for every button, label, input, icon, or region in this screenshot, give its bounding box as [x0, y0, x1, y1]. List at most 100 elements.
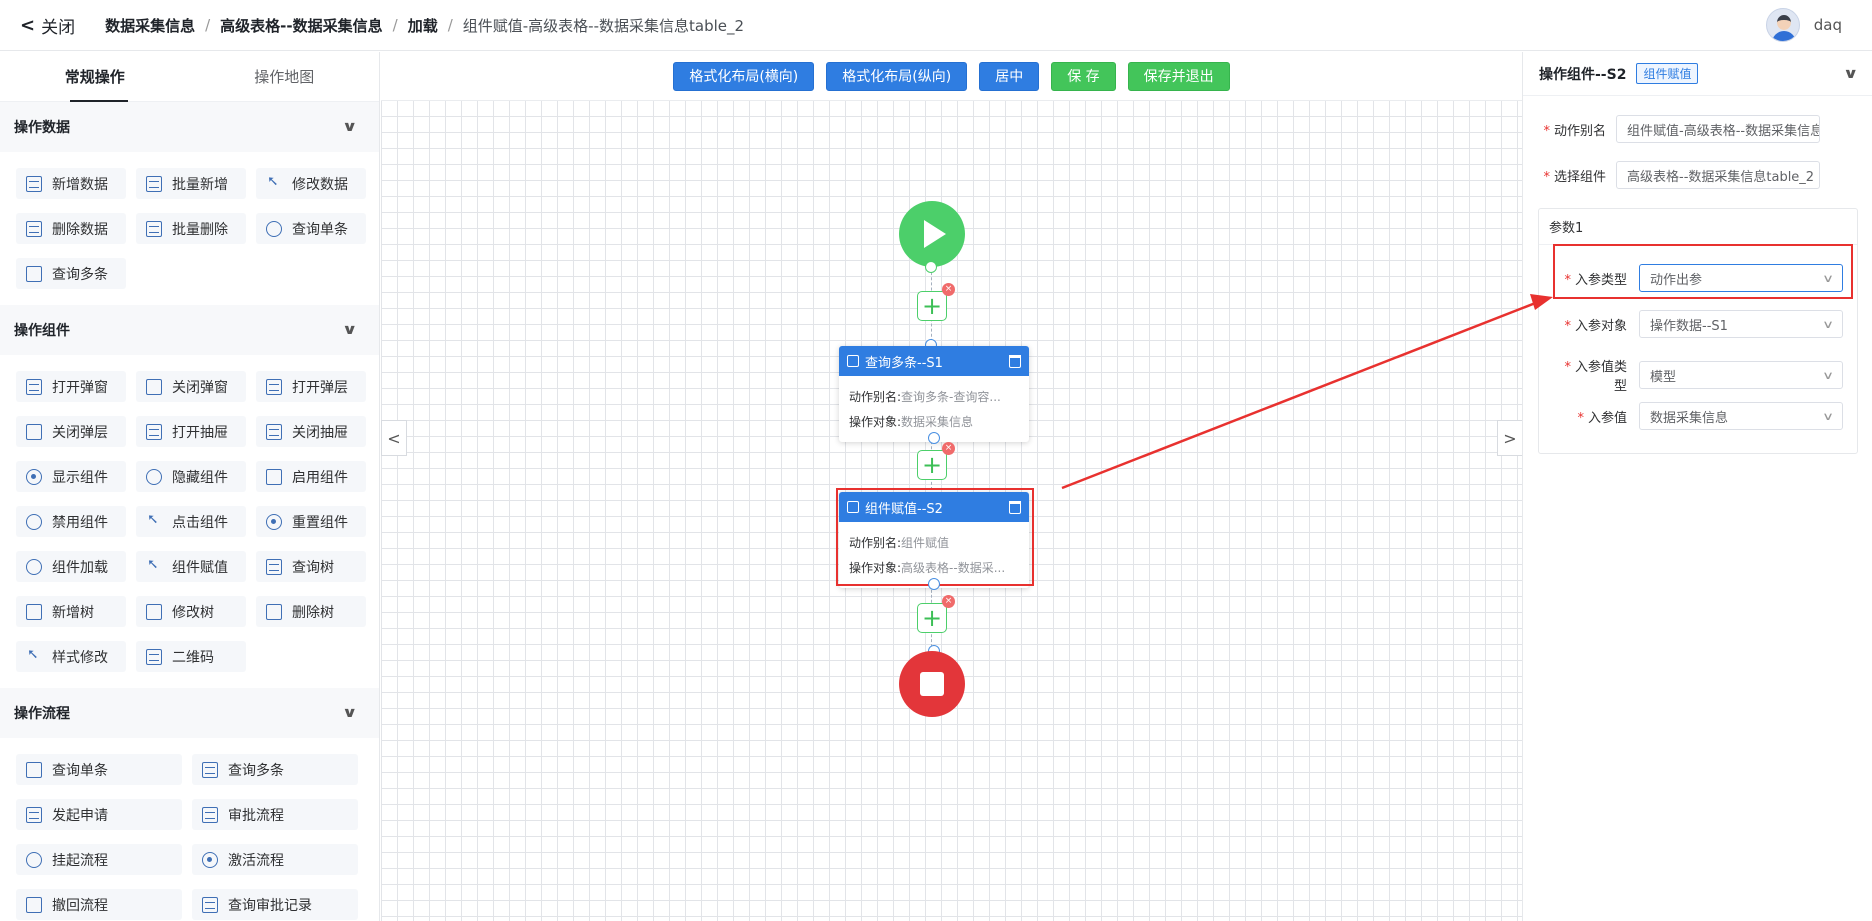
action-item[interactable]: 修改树 — [136, 596, 246, 627]
action-item[interactable]: 点击组件 — [136, 506, 246, 537]
connector-port[interactable] — [928, 432, 940, 444]
section-header-components[interactable]: 操作组件 ∨ — [0, 305, 379, 355]
section-header-flow[interactable]: 操作流程 ∨ — [0, 688, 379, 738]
form-row-alias: *动作别名 组件赋值-高级表格--数据采集信息tab — [1540, 115, 1820, 143]
action-item[interactable]: 查询树 — [256, 551, 366, 582]
trash-icon[interactable] — [1009, 354, 1021, 368]
action-item[interactable]: 隐藏组件 — [136, 461, 246, 492]
format-vertical-button[interactable]: 格式化布局(纵向) — [826, 61, 968, 91]
param-title: 参数1 — [1539, 209, 1857, 245]
chevron-left-icon: < — [20, 14, 36, 36]
close-icon: × — [944, 443, 953, 453]
select-value: 模型 — [1650, 369, 1677, 385]
form-row-param-value: * 入参值 数据采集信息 ∨ — [1553, 402, 1843, 430]
action-item[interactable]: 发起申请 — [16, 799, 182, 830]
param-object-select[interactable]: 操作数据--S1 ∨ — [1639, 310, 1843, 338]
connector-port[interactable] — [928, 578, 940, 590]
format-horizontal-button[interactable]: 格式化布局(横向) — [673, 61, 815, 91]
tab-action-map[interactable]: 操作地图 — [190, 52, 380, 101]
section-header-data[interactable]: 操作数据 ∨ — [0, 102, 379, 152]
section-title: 操作流程 — [14, 706, 70, 722]
add-step-button[interactable]: + — [917, 291, 947, 321]
action-item[interactable]: 新增树 — [16, 596, 126, 627]
save-exit-button[interactable]: 保存并退出 — [1127, 61, 1230, 91]
action-item[interactable]: 删除树 — [256, 596, 366, 627]
action-item[interactable]: 关闭弹窗 — [136, 371, 246, 402]
action-item[interactable]: 组件加载 — [16, 551, 126, 582]
alias-input[interactable]: 组件赋值-高级表格--数据采集信息tab — [1616, 115, 1820, 143]
close-label: 关闭 — [41, 17, 76, 38]
action-item[interactable]: 挂起流程 — [16, 844, 182, 875]
param-value-select[interactable]: 数据采集信息 ∨ — [1639, 402, 1843, 430]
close-button[interactable]: < 关闭 — [20, 13, 75, 38]
action-item[interactable]: 查询多条 — [16, 258, 126, 289]
action-item[interactable]: 关闭弹层 — [16, 416, 126, 447]
action-item[interactable]: 打开抽屉 — [136, 416, 246, 447]
add-doc-icon — [26, 175, 42, 192]
flow-node-s1[interactable]: 查询多条--S1 动作别名: 查询多条-查询容... 操作对象: 数据采集信息 — [839, 346, 1029, 442]
action-item[interactable]: 查询审批记录 — [192, 889, 358, 920]
action-label: 组件加载 — [52, 559, 108, 576]
assign-pointer-icon — [146, 559, 162, 575]
action-palette: 常规操作 操作地图 操作数据 ∨ 新增数据 批量新增 修改数据 删除数据 批量删… — [0, 52, 380, 921]
action-item[interactable]: 样式修改 — [16, 641, 126, 672]
action-item[interactable]: 查询多条 — [192, 754, 358, 785]
action-item[interactable]: 撤回流程 — [16, 889, 182, 920]
tree-add-icon — [26, 603, 42, 620]
tab-common-actions[interactable]: 常规操作 — [0, 52, 190, 102]
collapse-right-toggle[interactable]: > — [1497, 420, 1523, 456]
action-item[interactable]: 禁用组件 — [16, 506, 126, 537]
open-dialog-icon — [26, 378, 42, 395]
action-item[interactable]: 打开弹层 — [256, 371, 366, 402]
action-label: 启用组件 — [292, 469, 348, 486]
user-menu[interactable]: daq — [1765, 8, 1842, 42]
remove-step-badge[interactable]: × — [942, 283, 955, 296]
action-item[interactable]: 删除数据 — [16, 213, 126, 244]
action-item[interactable]: 启用组件 — [256, 461, 366, 492]
action-item[interactable]: 激活流程 — [192, 844, 358, 875]
component-select[interactable]: 高级表格--数据采集信息table_2 — [1616, 161, 1820, 189]
add-step-button[interactable]: + — [917, 450, 947, 480]
apply-icon — [26, 806, 42, 823]
tree-icon — [266, 558, 282, 575]
form-row-component: * 选择组件 高级表格--数据采集信息table_2 — [1540, 161, 1820, 189]
avatar-head-shape — [1776, 15, 1791, 30]
chevron-down-icon[interactable]: ∨ — [1842, 66, 1858, 82]
save-button[interactable]: 保 存 — [1051, 61, 1116, 91]
action-item[interactable]: 关闭抽屉 — [256, 416, 366, 447]
tree-edit-icon — [146, 603, 162, 620]
avatar[interactable] — [1765, 8, 1800, 42]
select-value: 数据采集信息 — [1650, 410, 1729, 426]
action-item[interactable]: 审批流程 — [192, 799, 358, 830]
center-button[interactable]: 居中 — [979, 61, 1040, 91]
flow-canvas[interactable] — [381, 52, 1522, 921]
breadcrumb-item[interactable]: 加载 — [408, 15, 438, 36]
end-node[interactable] — [899, 651, 965, 717]
action-item[interactable]: 批量删除 — [136, 213, 246, 244]
action-label: 打开弹层 — [292, 379, 348, 396]
collapse-left-toggle[interactable]: < — [381, 420, 407, 456]
breadcrumb-item[interactable]: 高级表格--数据采集信息 — [220, 15, 382, 36]
action-item[interactable]: 打开弹窗 — [16, 371, 126, 402]
action-label: 点击组件 — [172, 514, 228, 531]
action-item[interactable]: 查询单条 — [256, 213, 366, 244]
action-label: 批量新增 — [172, 176, 228, 193]
action-item[interactable]: 显示组件 — [16, 461, 126, 492]
remove-step-badge[interactable]: × — [942, 595, 955, 608]
breadcrumb-item[interactable]: 数据采集信息 — [105, 15, 195, 36]
start-node[interactable] — [899, 201, 965, 267]
action-item[interactable]: 二维码 — [136, 641, 246, 672]
node-field-label: 操作对象: — [849, 415, 902, 429]
action-item[interactable]: 重置组件 — [256, 506, 366, 537]
action-item[interactable]: 新增数据 — [16, 168, 126, 199]
param-value-type-select[interactable]: 模型 ∨ — [1639, 361, 1843, 389]
action-item[interactable]: 批量新增 — [136, 168, 246, 199]
open-layer-icon — [266, 378, 282, 395]
action-item[interactable]: 查询单条 — [16, 754, 182, 785]
connector-port[interactable] — [925, 261, 937, 273]
action-item[interactable]: 组件赋值 — [136, 551, 246, 582]
action-item[interactable]: 修改数据 — [256, 168, 366, 199]
add-step-button[interactable]: + — [917, 603, 947, 633]
remove-step-badge[interactable]: × — [942, 442, 955, 455]
chevron-down-icon: ∨ — [1821, 368, 1835, 382]
